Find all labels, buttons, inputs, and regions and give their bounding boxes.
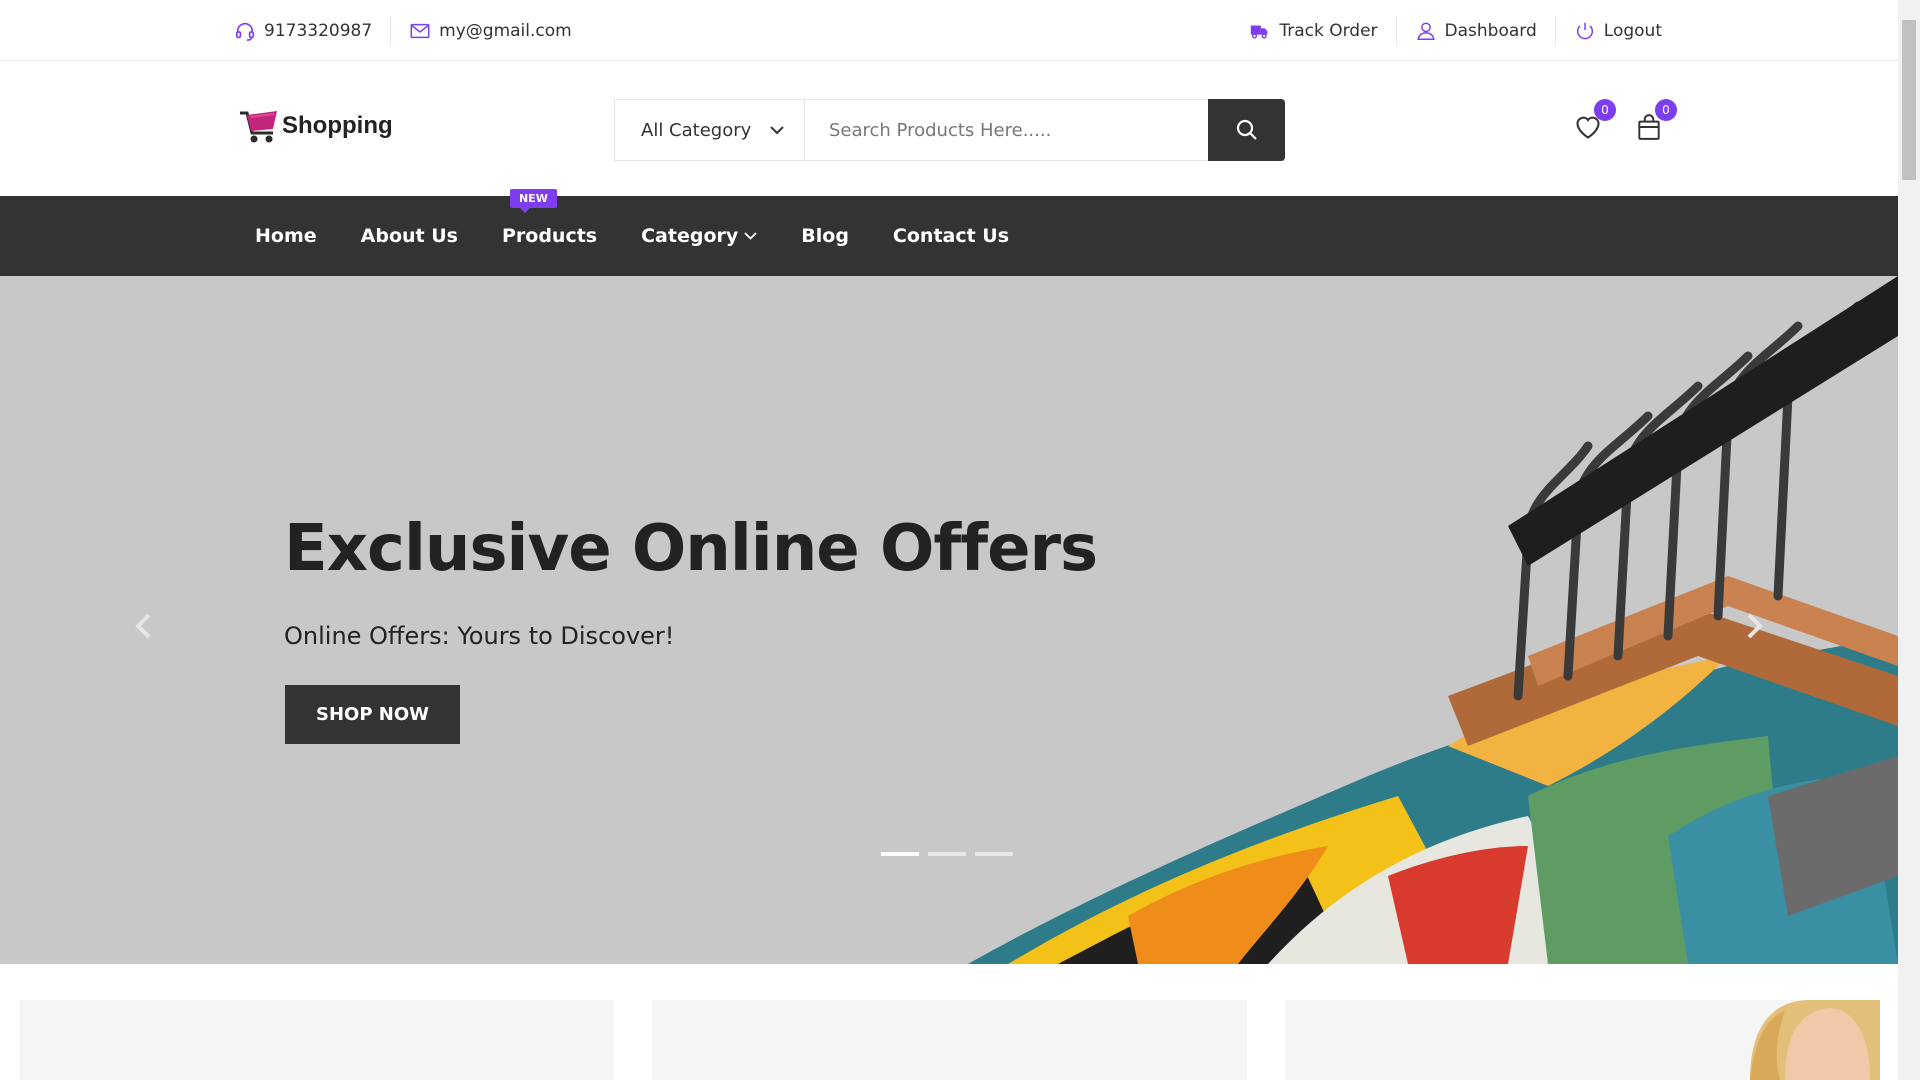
site-logo[interactable]: Shopping (238, 107, 393, 145)
category-select[interactable]: All Category (615, 100, 805, 160)
slider-dot[interactable] (975, 852, 1013, 856)
slider-prev-arrow[interactable] (128, 606, 158, 646)
new-badge: NEW (509, 189, 557, 213)
main-nav: Home About Us NEW Products Category Blog… (0, 189, 1898, 276)
shop-now-button[interactable]: SHOP NOW (285, 685, 460, 744)
nav-label: Home (255, 225, 317, 247)
cart-button[interactable]: 0 (1631, 99, 1677, 145)
logout-label: Logout (1603, 20, 1662, 41)
nav-item-home[interactable]: Home (255, 225, 317, 247)
header: Shopping All Category 0 0 (0, 61, 1898, 196)
slider-indicators (881, 852, 1022, 856)
promo-card[interactable] (19, 1000, 614, 1080)
promo-card[interactable] (652, 1000, 1247, 1080)
logout-link[interactable]: Logout (1574, 0, 1662, 61)
search-input[interactable] (805, 100, 1208, 160)
phone-number: 9173320987 (264, 20, 373, 41)
search-icon (1236, 119, 1257, 140)
user-icon (1416, 21, 1435, 40)
promo-card[interactable] (1285, 1000, 1880, 1080)
email-contact[interactable]: my@gmail.com (409, 0, 572, 61)
nav-item-about-us[interactable]: About Us (361, 225, 458, 247)
category-select-value: All Category (641, 119, 752, 141)
track-order-label: Track Order (1279, 20, 1378, 41)
envelope-icon (410, 23, 430, 38)
divider (390, 15, 392, 46)
chevron-left-icon (135, 613, 151, 639)
wishlist-count-badge: 0 (1594, 99, 1616, 121)
hero-subtitle: Online Offers: Yours to Discover! (284, 622, 675, 650)
email-address: my@gmail.com (439, 20, 572, 41)
chevron-down-icon (770, 126, 784, 135)
nav-label: About Us (360, 225, 458, 247)
slider-dot[interactable] (928, 852, 966, 856)
nav-item-contact-us[interactable]: Contact Us (893, 225, 1009, 247)
slider-next-arrow[interactable] (1740, 606, 1770, 646)
model-image (1730, 1000, 1880, 1080)
hero-title: Exclusive Online Offers (284, 512, 1098, 586)
nav-label: Category (641, 225, 739, 247)
scrollbar-thumb[interactable] (1902, 20, 1916, 180)
dashboard-label: Dashboard (1444, 20, 1537, 41)
dashboard-link[interactable]: Dashboard (1415, 0, 1537, 61)
wishlist-button[interactable]: 0 (1570, 99, 1616, 145)
chevron-right-icon (1747, 613, 1763, 639)
phone-contact[interactable]: 9173320987 (234, 0, 372, 61)
page-scrollbar[interactable] (1898, 0, 1920, 1080)
divider (1554, 15, 1556, 46)
shopping-cart-logo-icon (240, 111, 277, 143)
slider-dot[interactable] (881, 852, 919, 856)
truck-icon (1251, 25, 1268, 39)
nav-label: Products (501, 225, 598, 247)
nav-item-category[interactable]: Category (641, 225, 757, 247)
power-icon (1576, 22, 1593, 39)
logo-text: Shopping (282, 112, 393, 139)
nav-item-blog[interactable]: Blog (801, 225, 849, 247)
search-button[interactable] (1208, 99, 1285, 161)
chevron-down-icon (744, 232, 757, 240)
divider (1395, 15, 1397, 46)
topbar: 9173320987 my@gmail.com Track Order Dash… (0, 0, 1898, 61)
cart-count-badge: 0 (1655, 99, 1677, 121)
search-bar: All Category (614, 99, 1285, 161)
headset-icon (235, 22, 255, 41)
hero-slider: Exclusive Online Offers Online Offers: Y… (0, 276, 1898, 964)
nav-label: Contact Us (892, 225, 1010, 247)
track-order-link[interactable]: Track Order (1249, 0, 1378, 61)
nav-label: Blog (801, 225, 849, 247)
nav-item-products[interactable]: NEW Products (501, 189, 598, 247)
